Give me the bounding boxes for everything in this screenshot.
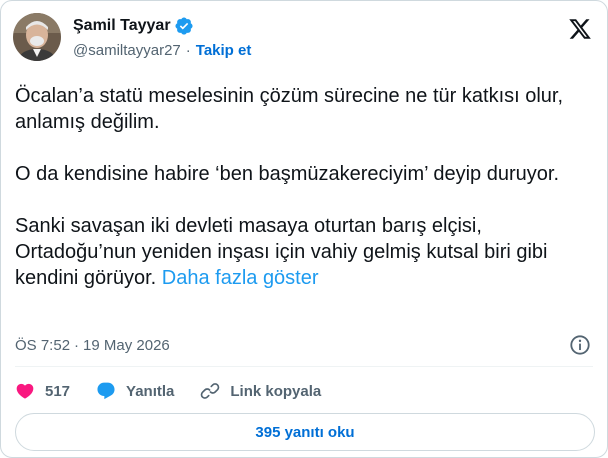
tweet-paragraph: Sanki savaşan iki devleti masaya oturtan… [15, 213, 595, 291]
author-handle[interactable]: @samiltayyar27 [73, 42, 181, 59]
read-replies-button[interactable]: 395 yanıtı oku [15, 413, 595, 451]
read-replies-label: 395 yanıtı oku [255, 423, 355, 441]
x-logo-icon[interactable] [567, 17, 593, 41]
tweet-paragraph: O da kendisine habire ‘ben başmüzakereci… [15, 163, 559, 185]
tweet-timestamp[interactable]: ÖS 7:52 · 19 May 2026 [15, 335, 170, 355]
like-button[interactable]: 517 [15, 381, 70, 401]
tweet-body: Öcalan’a statü meselesinin çözüm sürecin… [15, 83, 595, 291]
like-count: 517 [45, 382, 71, 400]
reply-label: Yanıtla [126, 382, 175, 400]
handle-separator: · [185, 41, 191, 59]
tweet-card: Şamil Tayyar @samiltayyar27 · Takip et Ö… [0, 0, 608, 458]
speech-bubble-icon [97, 382, 115, 400]
author-name[interactable]: Şamil Tayyar [73, 17, 171, 35]
info-icon[interactable] [569, 334, 591, 356]
action-bar: 517 Yanıtla Link kopyala [15, 377, 347, 405]
divider [15, 366, 593, 367]
reply-button[interactable]: Yanıtla [96, 381, 174, 401]
verified-badge-icon [175, 17, 193, 35]
show-more-link[interactable]: Daha fazla göster [162, 267, 319, 289]
tweet-date[interactable]: 19 May 2026 [83, 337, 170, 354]
heart-icon [16, 383, 34, 399]
link-icon [201, 383, 220, 399]
tweet-time[interactable]: ÖS 7:52 [15, 337, 70, 354]
copy-link-label: Link kopyala [230, 382, 322, 400]
timestamp-separator: · [74, 336, 80, 354]
avatar[interactable] [13, 13, 61, 61]
copy-link-button[interactable]: Link kopyala [200, 381, 321, 401]
tweet-paragraph: Öcalan’a statü meselesinin çözüm sürecin… [15, 85, 564, 133]
follow-button[interactable]: Takip et [196, 42, 252, 59]
